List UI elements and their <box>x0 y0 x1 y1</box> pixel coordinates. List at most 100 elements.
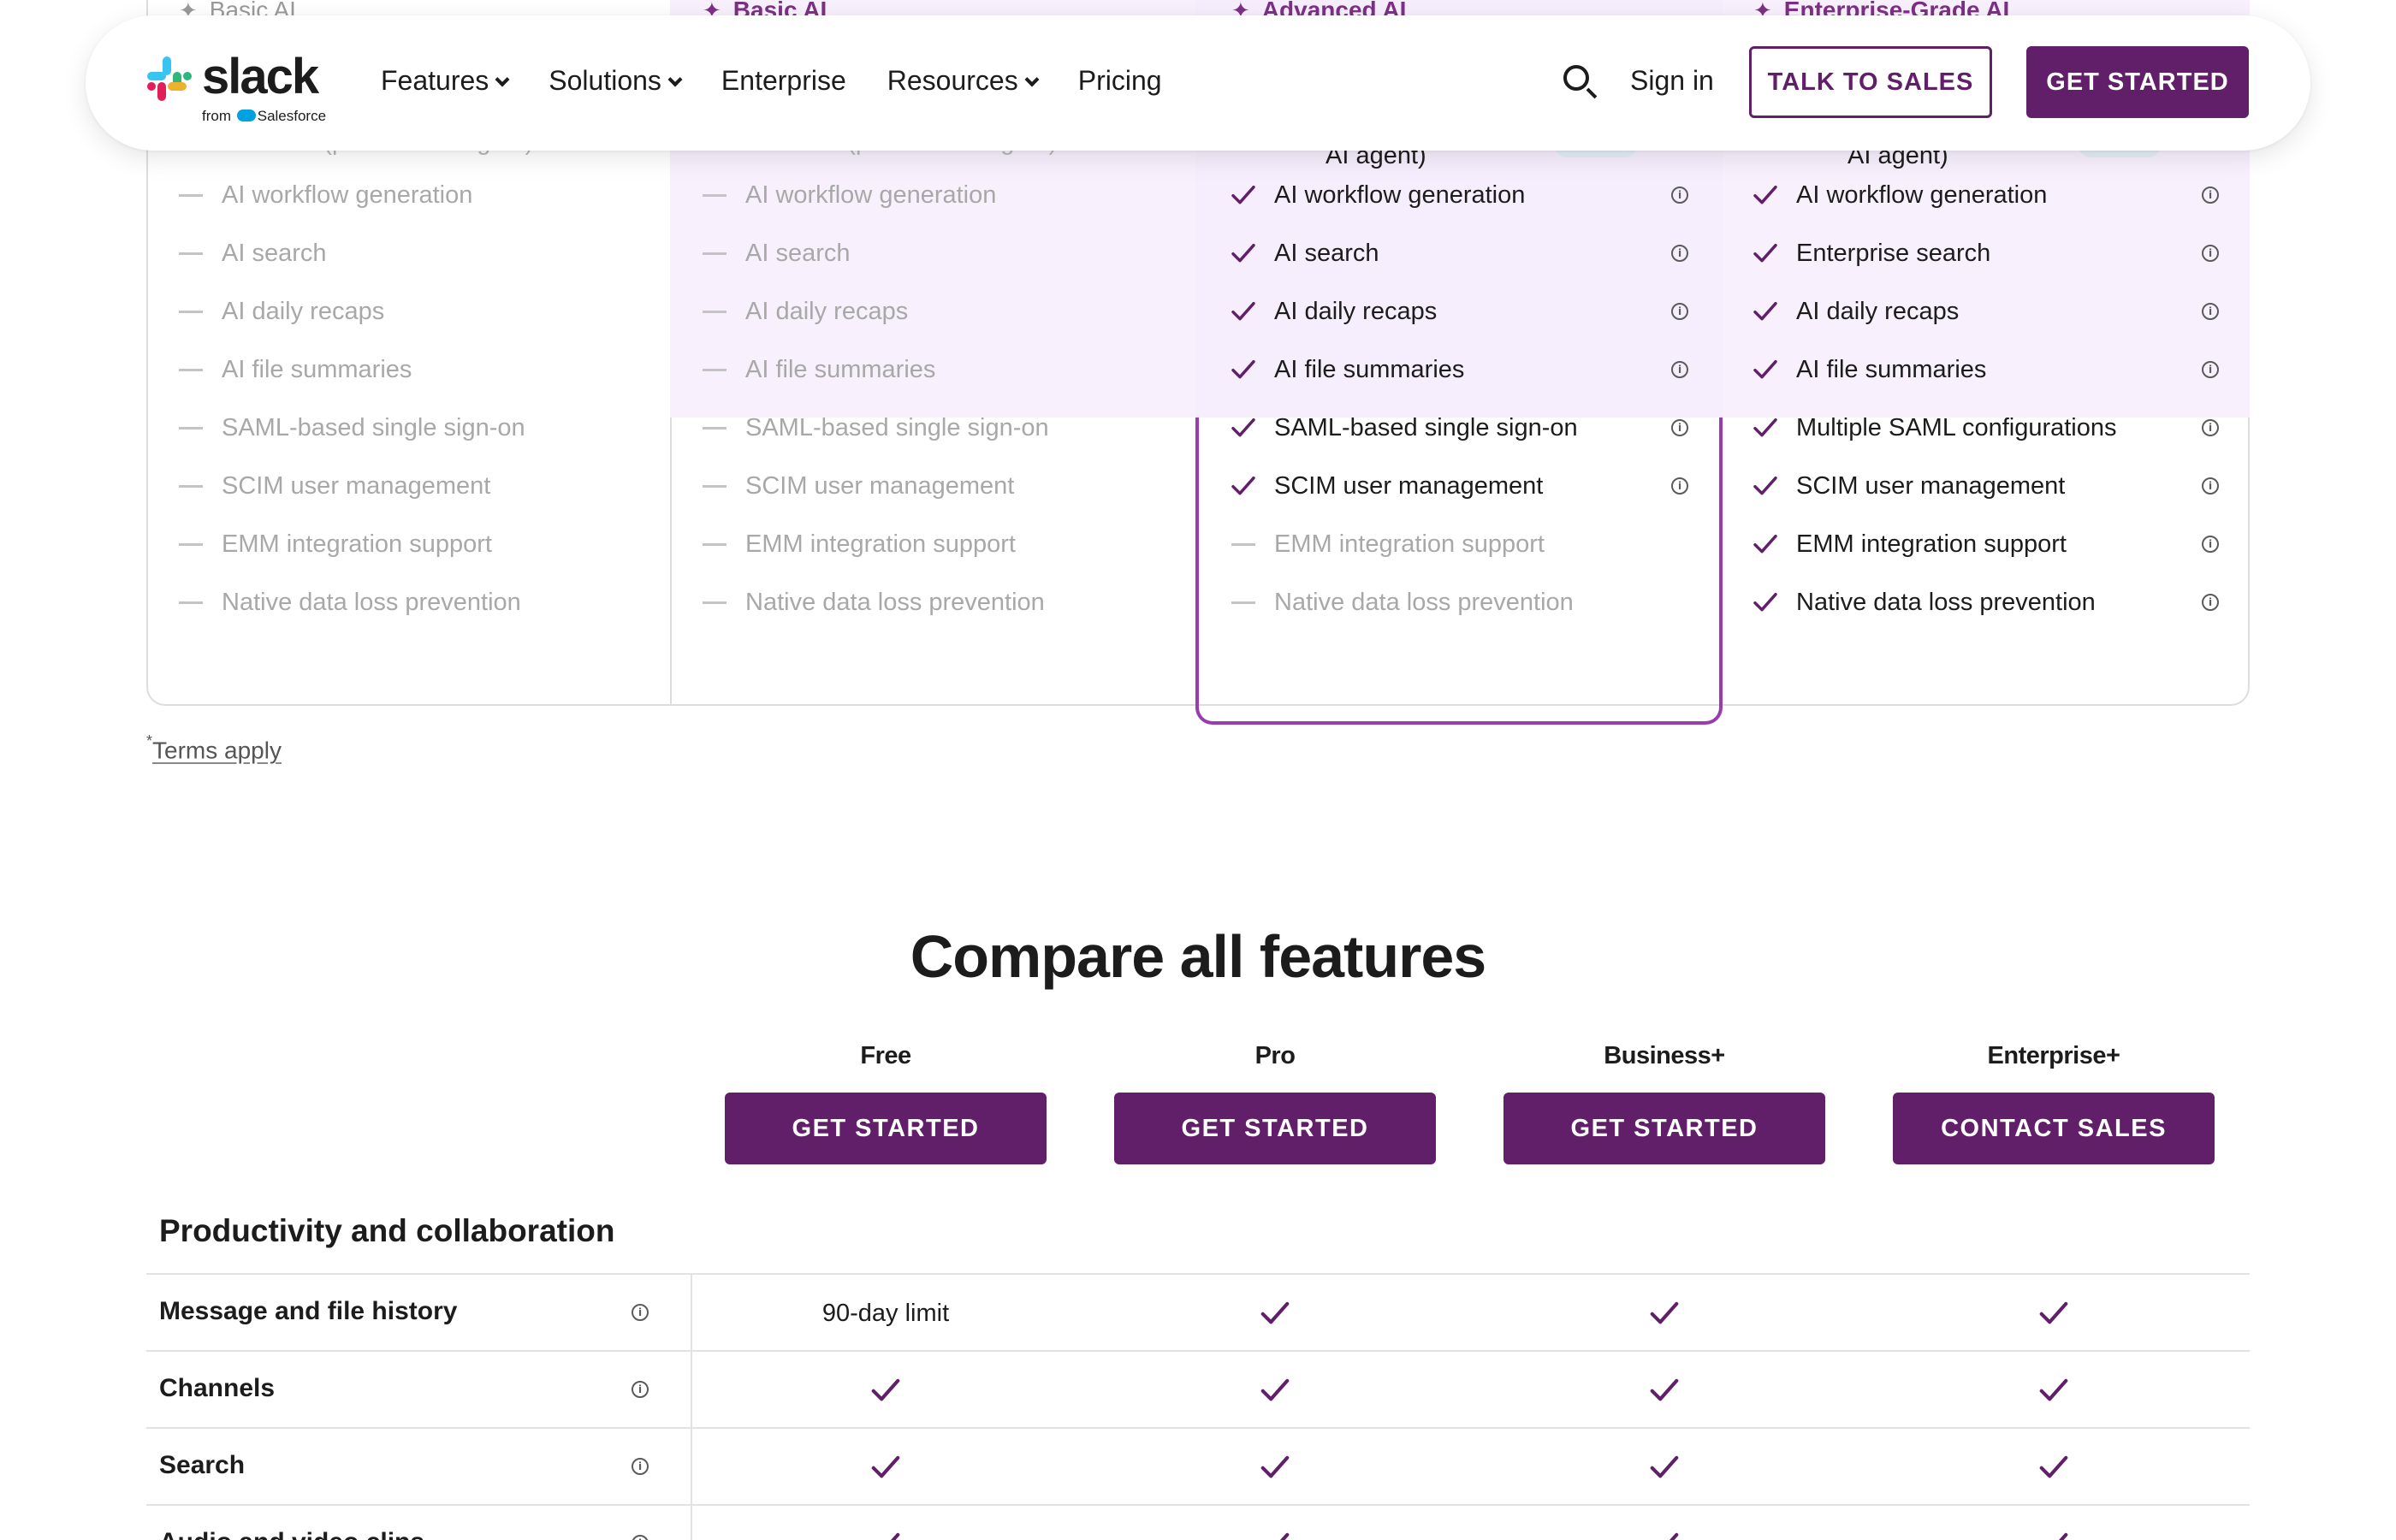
plan-feature-label: AI search <box>222 239 327 267</box>
not-included-mark <box>1230 601 1257 604</box>
info-icon[interactable]: i <box>632 1304 649 1321</box>
info-icon[interactable]: i <box>632 1535 649 1540</box>
plan-feature-label: AI file summaries <box>1274 355 1465 383</box>
dash-icon <box>703 484 727 488</box>
info-icon[interactable]: i <box>1671 303 1688 320</box>
dash-icon <box>179 426 203 429</box>
info-icon[interactable]: i <box>2202 594 2219 611</box>
top-navigation: slack from Salesforce Features Solutions E… <box>86 15 2310 151</box>
not-included-mark <box>177 193 205 197</box>
row-feature-name: Audio and video clips <box>159 1528 424 1540</box>
info-icon[interactable]: i <box>2202 361 2219 378</box>
plan-feature-label: SCIM user management <box>1274 471 1544 500</box>
search-icon[interactable] <box>1562 63 1599 101</box>
terms-apply-link[interactable]: Terms apply <box>152 737 282 763</box>
table-cell <box>1503 1429 1825 1506</box>
chevron-down-icon <box>495 72 510 86</box>
talk-to-sales-button[interactable]: TALK TO SALES <box>1749 46 1992 118</box>
plan-feature-label: AI workflow generation <box>1274 181 1526 209</box>
nav-link-resources[interactable]: Resources <box>887 65 1040 97</box>
check-mark <box>1752 413 1779 442</box>
nav-link-label: Enterprise <box>721 65 846 96</box>
check-icon <box>2039 1378 2068 1401</box>
not-included-mark <box>701 193 728 197</box>
info-icon[interactable]: i <box>632 1381 649 1398</box>
sign-in-link[interactable]: Sign in <box>1630 65 1714 97</box>
nav-link-features[interactable]: Features <box>381 65 510 97</box>
plan-feature-row: Native data loss prevention <box>670 573 1195 631</box>
slack-logo-icon <box>147 56 192 101</box>
info-icon[interactable]: i <box>2202 536 2219 553</box>
plan-feature-label: AI workflow generation <box>222 181 473 209</box>
info-icon[interactable]: i <box>1671 187 1688 204</box>
logo-wordmark: slack <box>202 49 319 104</box>
chevron-down-icon <box>667 72 683 86</box>
nav-link-enterprise[interactable]: Enterprise <box>721 65 846 97</box>
check-mark <box>1752 588 1779 617</box>
column-divider <box>691 1506 692 1540</box>
tier-cta-button[interactable]: GET STARTED <box>1503 1093 1825 1164</box>
check-icon <box>1753 418 1777 437</box>
column-divider <box>691 1352 692 1429</box>
plan-feature-row: AI search <box>146 224 670 282</box>
plan-feature-label: AI workflow generation <box>745 181 997 209</box>
check-mark <box>1230 181 1257 210</box>
plan-feature-label: AI workflow generation <box>1796 181 2048 209</box>
tier-cta-button[interactable]: CONTACT SALES <box>1893 1093 2215 1164</box>
terms-asterisk: * <box>146 732 153 749</box>
info-icon[interactable]: i <box>2202 187 2219 204</box>
dash-icon <box>703 601 727 604</box>
table-cell <box>725 1352 1047 1429</box>
plan-feature-row: AI workflow generation i <box>1199 166 1719 224</box>
plan-feature-row: AI workflow generation <box>146 166 670 224</box>
logo-sub-from: from <box>202 108 231 124</box>
row-feature-name: Search <box>159 1451 246 1479</box>
row-feature-name: Channels <box>159 1374 276 1402</box>
tier-cta-button[interactable]: GET STARTED <box>725 1093 1047 1164</box>
info-icon[interactable]: i <box>2202 419 2219 436</box>
not-included-mark <box>701 426 728 429</box>
plan-feature-row: EMM integration support <box>1199 515 1719 573</box>
info-icon[interactable]: i <box>632 1458 649 1475</box>
dash-icon <box>1231 601 1255 604</box>
logo-subline: from Salesforce <box>202 108 326 125</box>
info-icon[interactable]: i <box>1671 477 1688 495</box>
check-icon <box>1260 1301 1290 1324</box>
slack-logo[interactable]: slack from Salesforce <box>147 49 327 140</box>
plan-feature-label: AI search <box>1274 239 1379 267</box>
plan-feature-row: AI search <box>670 224 1195 282</box>
info-icon[interactable]: i <box>1671 245 1688 262</box>
plan-feature-label: Native data loss prevention <box>1796 588 2096 616</box>
plan-feature-row: AI daily recaps i <box>1721 282 2250 341</box>
info-icon[interactable]: i <box>1671 361 1688 378</box>
check-icon <box>1753 476 1777 495</box>
not-included-mark <box>177 484 205 488</box>
tier-cta-button[interactable]: GET STARTED <box>1114 1093 1436 1164</box>
plan-feature-label: Enterprise search <box>1796 239 1991 267</box>
nav-link-label: Resources <box>887 65 1018 96</box>
check-icon <box>1753 185 1777 204</box>
check-mark <box>1752 239 1779 268</box>
info-icon[interactable]: i <box>2202 245 2219 262</box>
nav-link-label: Solutions <box>549 65 661 96</box>
column-divider <box>691 1429 692 1506</box>
info-icon[interactable]: i <box>2202 477 2219 495</box>
info-icon[interactable]: i <box>1671 419 1688 436</box>
dash-icon <box>703 542 727 546</box>
table-cell <box>1893 1429 2215 1506</box>
plan-feature-row: Enterprise search i <box>1721 224 2250 282</box>
table-cell <box>725 1429 1047 1506</box>
check-mark <box>1752 297 1779 326</box>
nav-link-solutions[interactable]: Solutions <box>549 65 683 97</box>
plan-feature-row: AI daily recaps i <box>1199 282 1719 341</box>
plan-feature-row: EMM integration support <box>146 515 670 573</box>
column-divider <box>691 1275 692 1352</box>
plan-feature-row: AI search i <box>1199 224 1719 282</box>
table-cell <box>1503 1275 1825 1352</box>
get-started-button[interactable]: GET STARTED <box>2026 46 2249 118</box>
not-included-mark <box>701 252 728 255</box>
nav-link-pricing[interactable]: Pricing <box>1078 65 1162 97</box>
check-mark <box>1752 471 1779 500</box>
plan-feature-label: AI search <box>745 239 851 267</box>
info-icon[interactable]: i <box>2202 303 2219 320</box>
